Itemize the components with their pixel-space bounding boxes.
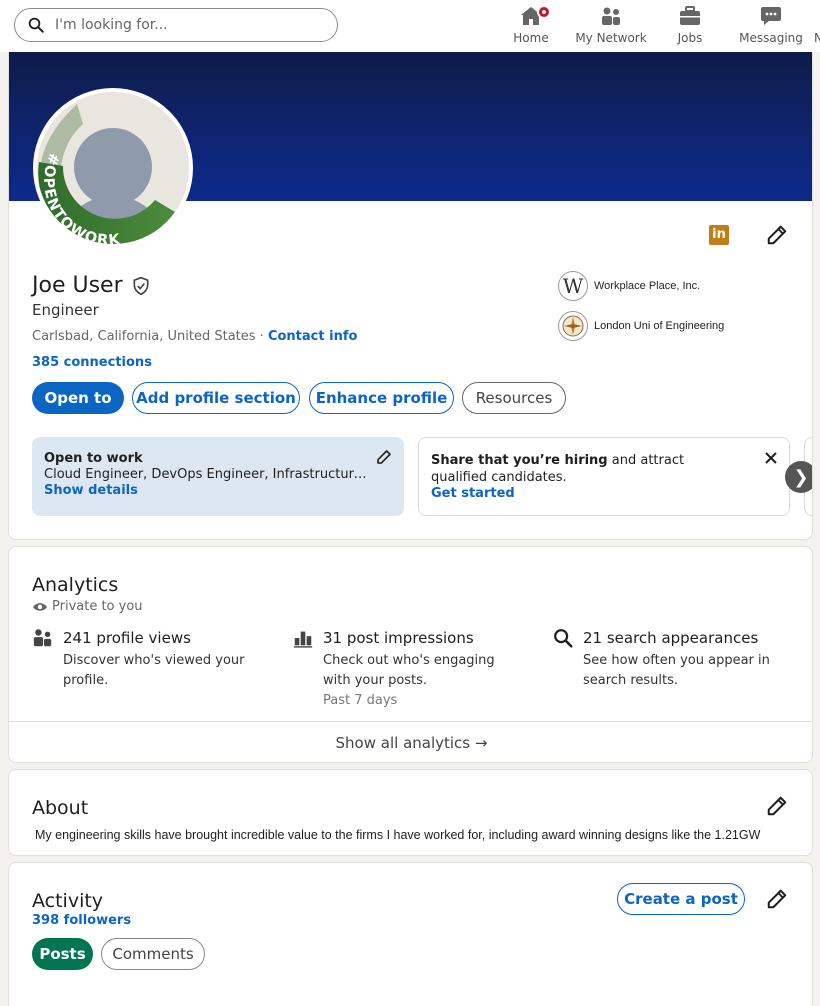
search-icon bbox=[28, 17, 44, 33]
edit-intro-button[interactable] bbox=[766, 224, 788, 246]
pencil-icon bbox=[767, 796, 787, 816]
metric-desc: Check out who's engaging with your posts… bbox=[323, 653, 495, 688]
profile-location: Carlsbad, California, United States · Co… bbox=[32, 329, 357, 344]
close-icon[interactable] bbox=[763, 450, 779, 466]
metric-desc: See how often you appear in search resul… bbox=[583, 653, 770, 688]
location-text: Carlsbad, California, United States bbox=[32, 329, 256, 344]
open-to-work-roles: Cloud Engineer, DevOps Engineer, Infrast… bbox=[44, 467, 374, 482]
followers-link[interactable]: 398 followers bbox=[32, 913, 131, 928]
analytics-title: Analytics bbox=[32, 574, 119, 596]
activity-card: Activity 398 followers Create a post Pos… bbox=[8, 862, 813, 1006]
resources-button[interactable]: Resources bbox=[462, 382, 566, 414]
contact-info-link[interactable]: Contact info bbox=[268, 329, 357, 344]
profile-name: Joe User bbox=[32, 273, 151, 298]
notification-badge bbox=[537, 5, 551, 19]
show-all-analytics-button[interactable]: Show all analytics → bbox=[9, 722, 812, 762]
org-name: London Uni of Engineering bbox=[594, 320, 725, 332]
about-title: About bbox=[32, 797, 89, 819]
visibility-note: Private to you bbox=[32, 599, 143, 614]
create-post-button[interactable]: Create a post bbox=[617, 883, 745, 915]
people-icon bbox=[33, 629, 52, 647]
metric-profile-views[interactable]: 241 profile views Discover who's viewed … bbox=[32, 627, 272, 691]
add-profile-section-button[interactable]: Add profile section bbox=[132, 382, 300, 414]
workplace-logo-text: W bbox=[562, 274, 584, 298]
separator: · bbox=[255, 329, 268, 344]
nav-label: My Network bbox=[575, 31, 647, 45]
nav-item-jobs[interactable]: Jobs bbox=[672, 4, 708, 48]
org-london-uni[interactable]: London Uni of Engineering bbox=[558, 311, 724, 341]
carousel-next-button[interactable]: ❯ bbox=[785, 461, 812, 493]
search-input[interactable] bbox=[55, 17, 315, 33]
metric-period: Past 7 days bbox=[323, 693, 398, 708]
briefcase-icon bbox=[680, 6, 700, 25]
bar-chart-icon bbox=[293, 631, 313, 648]
metric-title: 21 search appearances bbox=[583, 629, 759, 647]
analytics-card: Analytics Private to you 241 profile vie… bbox=[8, 546, 813, 763]
search-bar[interactable] bbox=[14, 8, 338, 42]
hiring-card[interactable]: Share that you’re hiring and attract qua… bbox=[418, 437, 790, 516]
nav-item-messaging[interactable]: Messaging bbox=[738, 4, 804, 48]
workplace-logo: W bbox=[558, 271, 588, 301]
activity-title: Activity bbox=[32, 890, 104, 912]
linkedin-logo[interactable]: in bbox=[709, 225, 729, 245]
nav-item-my-network[interactable]: My Network bbox=[575, 4, 647, 48]
top-nav: Home My Network Jobs Messaging N bbox=[0, 0, 820, 52]
nav-label: Messaging bbox=[739, 31, 803, 45]
open-to-work-card[interactable]: Open to work Cloud Engineer, DevOps Engi… bbox=[32, 437, 404, 516]
profile-card: #OPENTOWORK in Joe User Engineer Carlsba… bbox=[8, 52, 813, 540]
visibility-text: Private to you bbox=[52, 599, 143, 614]
compass-logo-icon bbox=[558, 311, 588, 341]
search-icon bbox=[554, 629, 573, 648]
connections-link[interactable]: 385 connections bbox=[32, 355, 152, 370]
show-details-link[interactable]: Show details bbox=[44, 483, 392, 498]
metric-search-appearances[interactable]: 21 search appearances See how often you … bbox=[552, 627, 792, 691]
verified-shield-icon[interactable] bbox=[131, 276, 151, 296]
about-card: About My engineering skills have brought… bbox=[8, 769, 813, 856]
about-text: My engineering skills have brought incre… bbox=[35, 828, 761, 842]
edit-activity-button[interactable] bbox=[766, 888, 788, 910]
metric-desc: Discover who's viewed your profile. bbox=[63, 653, 245, 688]
eye-icon bbox=[33, 602, 47, 611]
org-workplace[interactable]: W Workplace Place, Inc. bbox=[558, 271, 700, 301]
tab-posts[interactable]: Posts bbox=[32, 938, 93, 970]
profile-headline: Engineer bbox=[32, 301, 99, 319]
avatar[interactable]: #OPENTOWORK bbox=[33, 88, 193, 248]
open-to-work-frame: #OPENTOWORK bbox=[38, 104, 175, 244]
metric-title: 241 profile views bbox=[63, 629, 191, 647]
pencil-icon bbox=[377, 450, 391, 464]
metric-title: 31 post impressions bbox=[323, 629, 474, 647]
messaging-icon bbox=[761, 7, 781, 25]
tab-comments[interactable]: Comments bbox=[101, 938, 205, 970]
open-to-work-title: Open to work bbox=[44, 451, 143, 466]
org-name: Workplace Place, Inc. bbox=[594, 280, 701, 292]
nav-label: Jobs bbox=[677, 31, 703, 45]
hiring-bold: Share that you’re hiring bbox=[431, 453, 608, 468]
pencil-icon bbox=[767, 225, 787, 245]
nav-overflow[interactable]: N bbox=[814, 31, 820, 45]
name-text: Joe User bbox=[32, 273, 123, 298]
network-icon bbox=[602, 7, 620, 25]
metric-post-impressions[interactable]: 31 post impressions Check out who's enga… bbox=[292, 627, 532, 711]
hiring-text: Share that you’re hiring and attract qua… bbox=[431, 452, 731, 486]
nav-item-home[interactable]: Home bbox=[510, 4, 552, 48]
edit-about-button[interactable] bbox=[766, 795, 788, 817]
get-started-link[interactable]: Get started bbox=[431, 486, 777, 501]
enhance-profile-button[interactable]: Enhance profile bbox=[309, 382, 454, 414]
nav-label: Home bbox=[513, 31, 549, 45]
pencil-icon bbox=[767, 889, 787, 909]
edit-open-to-work-button[interactable] bbox=[376, 449, 392, 465]
open-to-button[interactable]: Open to bbox=[32, 382, 124, 414]
